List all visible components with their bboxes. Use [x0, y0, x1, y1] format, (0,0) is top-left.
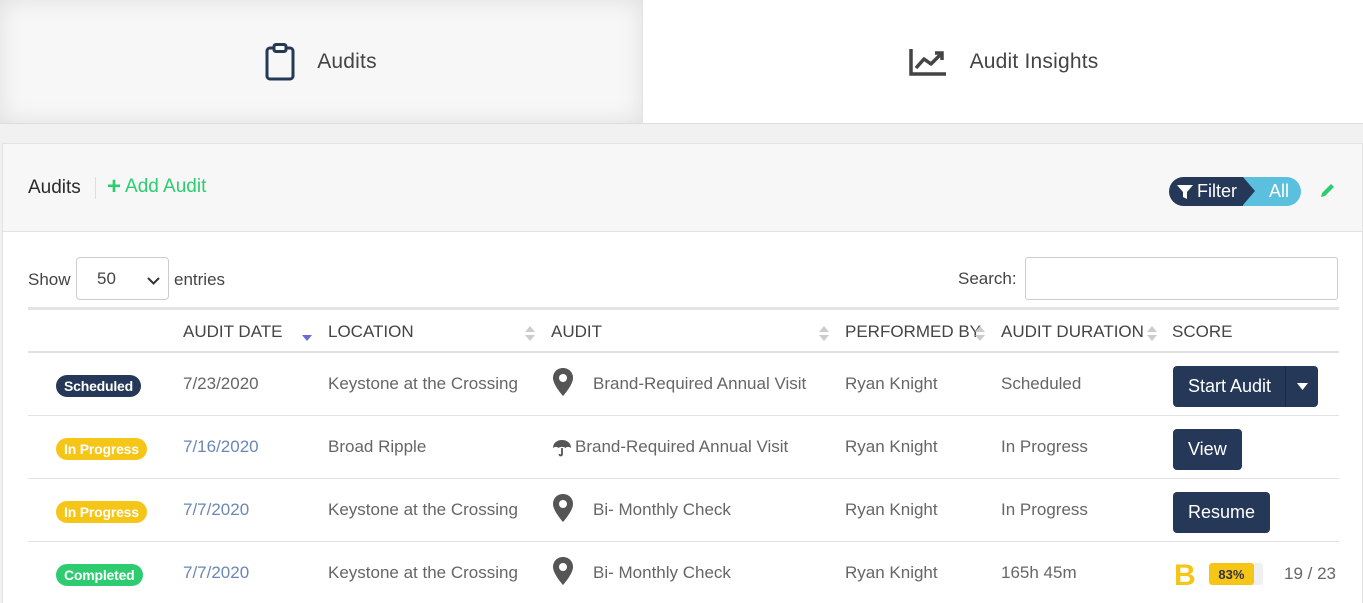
location: Keystone at the Crossing — [328, 500, 518, 519]
line-chart-icon — [908, 47, 948, 77]
audits-panel: Audits + Add Audit Filter All Show 50 en… — [2, 143, 1363, 603]
table-row: In Progress 7/16/2020 Broad Ripple Brand… — [28, 416, 1339, 479]
audit-date-link[interactable]: 7/7/2020 — [183, 563, 249, 583]
audit-duration: 165h 45m — [1001, 563, 1077, 582]
audit-name: Bi- Monthly Check — [593, 563, 731, 582]
tab-audits[interactable]: Audits — [0, 0, 642, 124]
audit-duration: Scheduled — [1001, 374, 1082, 393]
start-audit-label[interactable]: Start Audit — [1188, 366, 1287, 407]
audit-date-link[interactable]: 7/16/2020 — [183, 437, 259, 457]
filter-toggle[interactable]: Filter All — [1169, 177, 1302, 206]
entries-value: 50 — [97, 268, 116, 288]
audits-table: Audit Date Location Audit Performed By A… — [28, 307, 1339, 603]
score-grade: B — [1174, 559, 1196, 592]
tab-audits-label: Audits — [317, 49, 377, 73]
sort-desc-icon[interactable] — [301, 324, 313, 348]
show-label: Show — [28, 270, 71, 289]
column-header-performed-by[interactable]: Performed By — [845, 322, 981, 342]
column-header-audit-duration[interactable]: Audit Duration — [1001, 322, 1144, 342]
status-badge: In Progress — [56, 438, 147, 460]
location: Keystone at the Crossing — [328, 563, 518, 582]
status-badge: Scheduled — [56, 375, 141, 397]
score-fraction: 19 / 23 — [1284, 564, 1336, 583]
audit-duration: In Progress — [1001, 437, 1088, 456]
column-header-audit-date[interactable]: Audit Date — [183, 322, 283, 342]
umbrella-icon — [552, 439, 572, 461]
table-row: In Progress 7/7/2020 Keystone at the Cro… — [28, 479, 1339, 542]
panel-title: Audits — [28, 177, 81, 198]
performed-by: Ryan Knight — [845, 563, 938, 582]
audit-date-link[interactable]: 7/7/2020 — [183, 500, 249, 520]
tab-audit-insights-label: Audit Insights — [969, 49, 1099, 73]
clipboard-icon — [265, 42, 295, 81]
entries-select[interactable]: 50 — [76, 257, 169, 300]
filter-button[interactable]: Filter — [1169, 177, 1255, 206]
table-row: Scheduled 7/23/2020 Keystone at the Cros… — [28, 353, 1339, 416]
score-progress-bar: 83% — [1209, 563, 1263, 585]
panel-header: Audits + Add Audit Filter All — [3, 144, 1362, 232]
audit-duration: In Progress — [1001, 500, 1088, 519]
view-button[interactable]: View — [1173, 429, 1242, 470]
status-badge: Completed — [56, 564, 143, 586]
column-header-location[interactable]: Location — [328, 322, 414, 342]
performed-by: Ryan Knight — [845, 374, 938, 393]
score-percent: 83% — [1209, 563, 1254, 585]
plus-icon: + — [107, 173, 122, 200]
add-audit-label: Add Audit — [125, 176, 207, 197]
header-divider — [95, 177, 96, 199]
sort-icon[interactable] — [1146, 324, 1158, 348]
location: Broad Ripple — [328, 437, 427, 456]
map-pin-icon — [552, 556, 574, 590]
funnel-icon — [1177, 184, 1193, 199]
filter-label: Filter — [1197, 181, 1237, 201]
sort-icon[interactable] — [974, 324, 986, 348]
pencil-icon[interactable] — [1319, 182, 1336, 203]
performed-by: Ryan Knight — [845, 437, 938, 456]
column-header-audit[interactable]: Audit — [551, 322, 602, 342]
performed-by: Ryan Knight — [845, 500, 938, 519]
map-pin-icon — [552, 493, 574, 527]
table-row: Completed 7/7/2020 Keystone at the Cross… — [28, 542, 1339, 603]
tab-audit-insights[interactable]: Audit Insights — [642, 0, 1363, 124]
caret-down-icon[interactable] — [1286, 383, 1318, 390]
start-audit-button[interactable]: Start Audit — [1173, 366, 1319, 407]
audit-name: Brand-Required Annual Visit — [593, 374, 807, 393]
map-pin-icon — [552, 367, 574, 401]
entries-label: entries — [174, 270, 226, 289]
add-audit-button[interactable]: + Add Audit — [107, 175, 206, 199]
sort-icon[interactable] — [524, 324, 536, 348]
sort-icon[interactable] — [818, 324, 830, 348]
search-label: Search: — [958, 269, 1017, 288]
top-tabs: Audits Audit Insights — [0, 0, 1363, 124]
search-input[interactable] — [1025, 257, 1338, 300]
audit-name: Bi- Monthly Check — [593, 500, 731, 519]
chevron-down-icon — [147, 272, 160, 292]
column-header-score: Score — [1172, 322, 1233, 341]
table-header: Audit Date Location Audit Performed By A… — [28, 307, 1339, 353]
audit-date: 7/23/2020 — [183, 374, 259, 393]
audit-name: Brand-Required Annual Visit — [575, 437, 789, 456]
location: Keystone at the Crossing — [328, 374, 518, 393]
resume-button[interactable]: Resume — [1173, 492, 1271, 533]
status-badge: In Progress — [56, 501, 147, 523]
